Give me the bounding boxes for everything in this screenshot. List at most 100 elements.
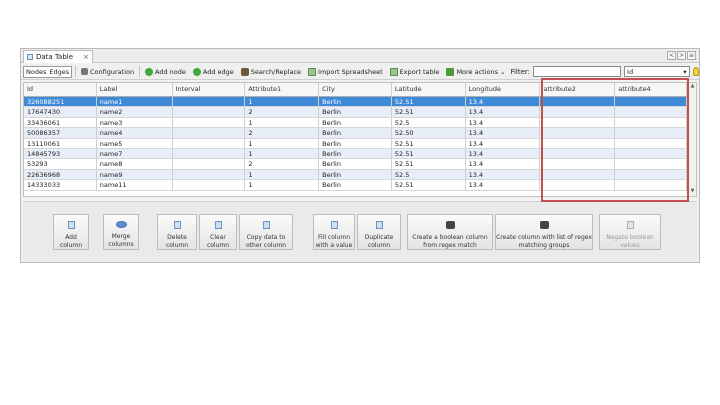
table-cell[interactable]: 52.51 <box>392 180 466 190</box>
filter-input[interactable] <box>533 66 622 77</box>
table-cell[interactable]: 17647430 <box>24 107 97 117</box>
menu-icon[interactable]: ≡ <box>687 51 696 60</box>
table-cell[interactable]: 52.5 <box>392 169 466 180</box>
table-cell[interactable]: 13110061 <box>24 138 97 148</box>
table-cell[interactable]: 326088251 <box>24 97 97 107</box>
table-cell[interactable]: 52.51 <box>392 159 466 169</box>
table-cell[interactable]: 14333033 <box>24 180 97 190</box>
table-cell[interactable] <box>173 117 246 128</box>
vertical-scrollbar[interactable]: ▲ ▼ <box>688 82 697 197</box>
table-cell[interactable]: Berlin <box>319 159 392 169</box>
merge-columns-button[interactable]: Merge columns <box>103 214 139 250</box>
table-cell[interactable]: 50086357 <box>24 128 97 138</box>
table-cell[interactable]: 1 <box>245 148 320 159</box>
table-cell[interactable]: name4 <box>97 128 173 138</box>
lightbulb-icon[interactable] <box>692 67 699 76</box>
table-cell[interactable]: Berlin <box>319 107 392 117</box>
column-header[interactable]: Label <box>97 83 173 96</box>
table-cell[interactable]: 13.4 <box>466 128 541 138</box>
table-cell[interactable]: Berlin <box>319 138 392 148</box>
import-spreadsheet-button[interactable]: Import Spreadsheet <box>306 67 385 76</box>
table-cell[interactable]: 52.51 <box>392 148 466 159</box>
create-list-column-button[interactable]: Create column with list of regex matchin… <box>495 214 593 250</box>
column-header[interactable]: Attribute1 <box>245 83 320 96</box>
table-cell[interactable] <box>173 97 246 107</box>
table-cell[interactable]: Berlin <box>319 169 392 180</box>
add-column-button[interactable]: Add column <box>53 214 89 250</box>
table-cell[interactable]: name2 <box>97 107 173 117</box>
edges-button[interactable]: Edges <box>49 68 69 76</box>
table-cell[interactable]: 13.4 <box>466 180 541 190</box>
add-node-button[interactable]: Add node <box>143 67 188 76</box>
table-cell[interactable]: Berlin <box>319 117 392 128</box>
table-cell[interactable]: 52.51 <box>392 97 466 107</box>
table-cell[interactable]: 13.4 <box>466 148 541 159</box>
table-cell[interactable] <box>173 148 246 159</box>
table-cell[interactable]: name7 <box>97 148 173 159</box>
table-cell[interactable]: Berlin <box>319 148 392 159</box>
add-edge-button[interactable]: Add edge <box>191 67 236 76</box>
table-cell[interactable] <box>173 169 246 180</box>
table-cell[interactable]: 53293 <box>24 159 97 169</box>
table-cell[interactable]: Berlin <box>319 180 392 190</box>
table-cell[interactable]: 13.4 <box>466 138 541 148</box>
table-cell[interactable]: 1 <box>245 138 320 148</box>
scroll-up-icon[interactable]: ▲ <box>689 83 696 91</box>
scroll-down-icon[interactable]: ▼ <box>689 188 696 196</box>
export-table-button[interactable]: Export table <box>388 67 442 76</box>
table-cell[interactable] <box>173 138 246 148</box>
duplicate-column-button[interactable]: Duplicate column <box>357 214 401 250</box>
table-cell[interactable]: 2 <box>245 107 320 117</box>
table-cell[interactable]: name11 <box>97 180 173 190</box>
table-cell[interactable]: 2 <box>245 128 320 138</box>
column-header[interactable]: Interval <box>173 83 246 96</box>
more-actions-button[interactable]: More actions ⌄ <box>444 67 507 76</box>
table-cell[interactable]: 2 <box>245 159 320 169</box>
table-cell[interactable]: 13.4 <box>466 107 541 117</box>
close-icon[interactable]: × <box>83 53 89 61</box>
create-boolean-column-button[interactable]: Create a boolean column from regex match <box>407 214 493 250</box>
table-cell[interactable]: name5 <box>97 138 173 148</box>
table-cell[interactable]: 52.51 <box>392 138 466 148</box>
table-cell[interactable]: name3 <box>97 117 173 128</box>
delete-column-button[interactable]: Delete column <box>157 214 197 250</box>
table-cell[interactable]: 13.4 <box>466 159 541 169</box>
table-cell[interactable]: name8 <box>97 159 173 169</box>
table-cell[interactable]: 1 <box>245 169 320 180</box>
negate-boolean-button[interactable]: Negate boolean values <box>599 214 661 250</box>
configuration-button[interactable]: Configuration <box>79 68 136 76</box>
table-cell[interactable]: 13.4 <box>466 97 541 107</box>
table-cell[interactable]: 1 <box>245 97 320 107</box>
table-cell[interactable] <box>173 180 246 190</box>
clear-column-button[interactable]: Clear column <box>199 214 237 250</box>
table-cell[interactable]: 1 <box>245 180 320 190</box>
table-cell[interactable]: name9 <box>97 169 173 180</box>
table-cell[interactable] <box>173 159 246 169</box>
column-header[interactable]: Id <box>24 83 97 96</box>
column-header[interactable]: Longitude <box>466 83 541 96</box>
table-cell[interactable]: Berlin <box>319 128 392 138</box>
nodes-button[interactable]: Nodes <box>26 68 46 76</box>
chevron-left-icon[interactable]: < <box>667 51 676 60</box>
table-cell[interactable] <box>173 128 246 138</box>
table-cell[interactable]: 14845793 <box>24 148 97 159</box>
fill-column-button[interactable]: Fill column with a value <box>313 214 355 250</box>
table-cell[interactable]: 33436061 <box>24 117 97 128</box>
table-cell[interactable]: 13.4 <box>466 169 541 180</box>
table-cell[interactable]: 52.50 <box>392 128 466 138</box>
table-cell[interactable]: name1 <box>97 97 173 107</box>
tab-data-table[interactable]: Data Table × <box>23 50 93 63</box>
copy-data-button[interactable]: Copy data to other column <box>239 214 293 250</box>
chevron-right-icon[interactable]: > <box>677 51 686 60</box>
table-cell[interactable]: 13.4 <box>466 117 541 128</box>
column-header[interactable]: Latitude <box>392 83 466 96</box>
table-cell[interactable] <box>173 107 246 117</box>
filter-column-select[interactable]: Id ▾ <box>624 66 690 77</box>
table-cell[interactable]: 52.5 <box>392 117 466 128</box>
table-cell[interactable]: Berlin <box>319 97 392 107</box>
column-header[interactable]: City <box>319 83 392 96</box>
search-replace-button[interactable]: Search/Replace <box>239 67 303 76</box>
table-cell[interactable]: 52.51 <box>392 107 466 117</box>
table-cell[interactable]: 1 <box>245 117 320 128</box>
table-cell[interactable]: 22636968 <box>24 169 97 180</box>
